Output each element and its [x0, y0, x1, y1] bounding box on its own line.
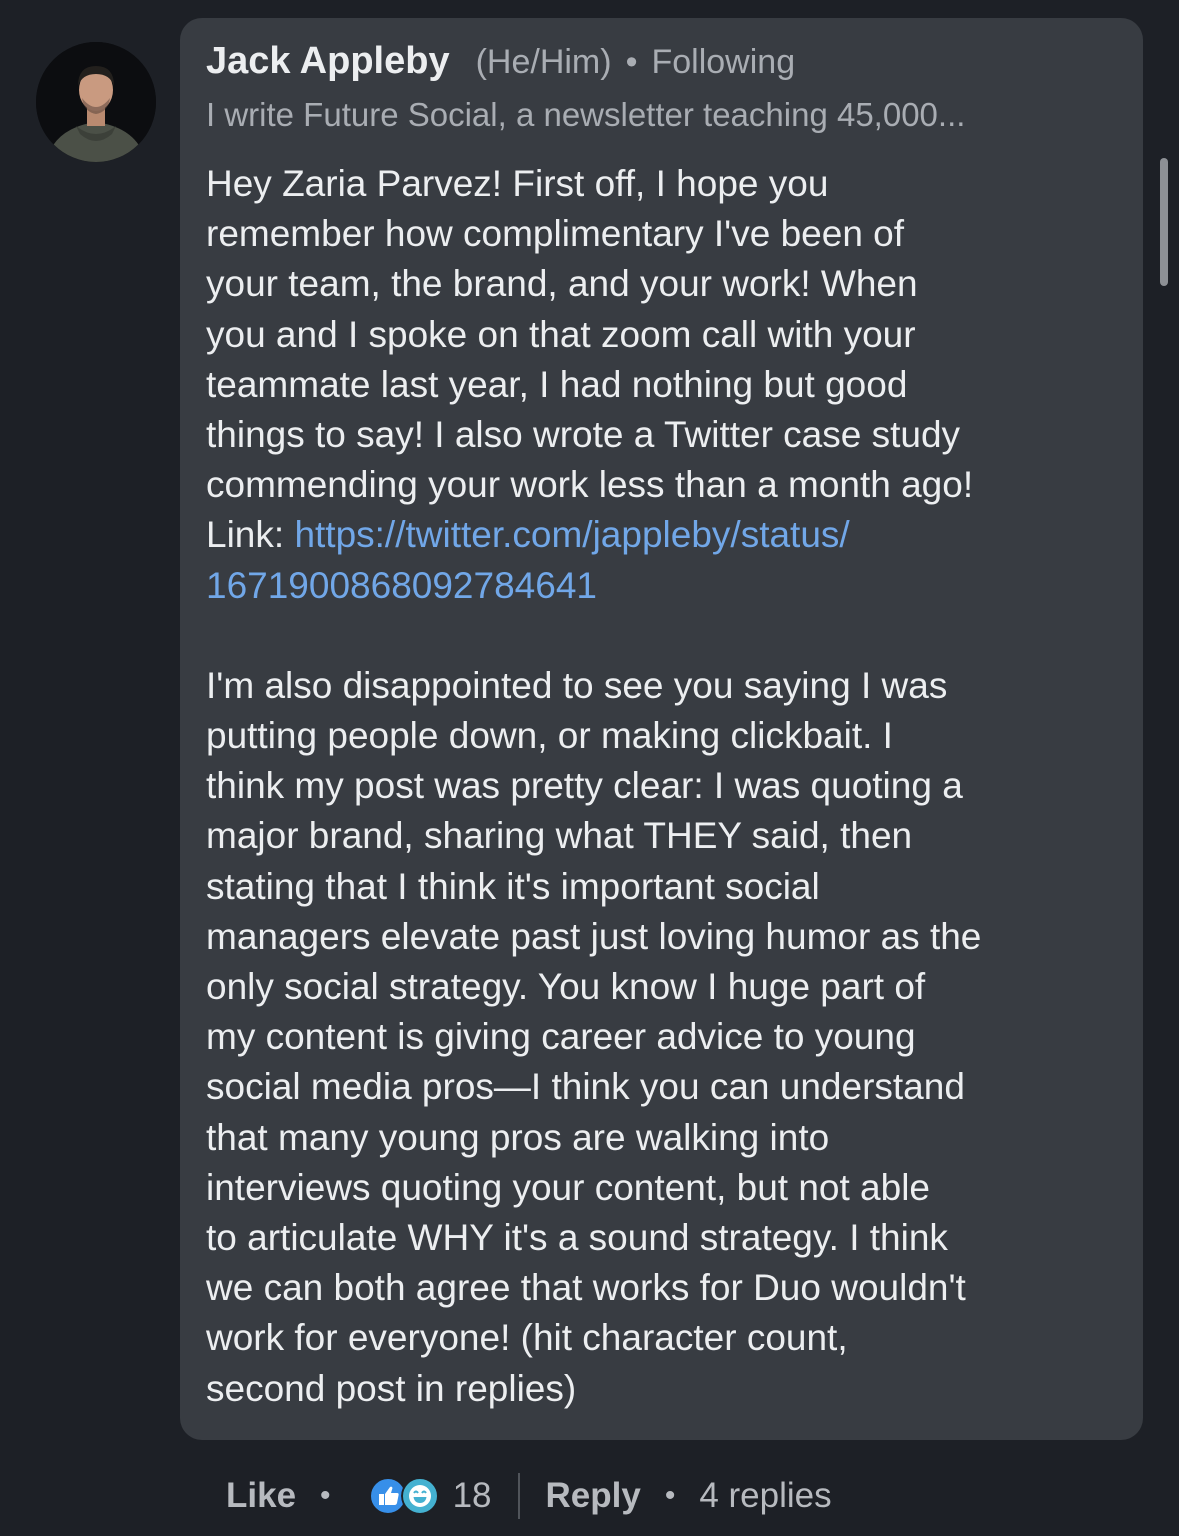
action-separator: •	[664, 1479, 676, 1512]
comment-line: commending your work less than a month a…	[206, 464, 974, 506]
scrollbar-thumb[interactable]	[1160, 158, 1168, 286]
comment-bubble: Jack Appleby (He/Him) • Following I writ…	[180, 18, 1143, 1440]
comment-line: that many young pros are walking into	[206, 1116, 830, 1158]
comment-line: you and I spoke on that zoom call with y…	[206, 313, 916, 355]
reaction-count[interactable]: 18	[453, 1476, 492, 1516]
comment-actions: Like • 18 Reply • 4 replies	[226, 1468, 832, 1524]
comment-line: things to say! I also wrote a Twitter ca…	[206, 414, 961, 456]
follow-status: Following	[651, 43, 796, 81]
reactions-summary[interactable]	[368, 1477, 439, 1515]
action-divider	[517, 1473, 520, 1519]
author-headline: I write Future Social, a newsletter teac…	[206, 96, 966, 133]
comment-line: I'm also disappointed to see you saying …	[206, 664, 948, 706]
link-line-continued: 1671900868092784641	[206, 561, 1121, 611]
comment-header: Jack Appleby (He/Him) • Following	[206, 40, 1117, 92]
author-pronouns: (He/Him)	[475, 43, 612, 81]
link-prefix: Link:	[206, 514, 295, 556]
comment-line: stating that I think it's important soci…	[206, 865, 820, 907]
funny-reaction-icon	[400, 1477, 439, 1515]
comment-line: second post in replies)	[206, 1367, 577, 1409]
comment-line: major brand, sharing what THEY said, the…	[206, 815, 913, 857]
link-line: Link: https://twitter.com/jappleby/statu…	[206, 510, 1121, 560]
comment-line: we can both agree that works for Duo wou…	[206, 1267, 966, 1309]
comment-line: to articulate WHY it's a sound strategy.…	[206, 1217, 948, 1259]
comment-line: only social strategy. You know I huge pa…	[206, 966, 926, 1008]
twitter-link[interactable]: https://twitter.com/jappleby/status/	[294, 514, 849, 555]
comment-line: teammate last year, I had nothing but go…	[206, 363, 908, 405]
comment-line: your team, the brand, and your work! Whe…	[206, 263, 918, 305]
reply-button[interactable]: Reply	[546, 1476, 641, 1516]
comment-line: work for everyone! (hit character count,	[206, 1317, 848, 1359]
comment-line: Hey Zaria Parvez! First off, I hope you	[206, 163, 829, 204]
action-separator: •	[320, 1479, 331, 1512]
comment-text: Hey Zaria Parvez! First off, I hope you …	[206, 159, 1121, 1414]
header-separator: •	[625, 43, 638, 81]
comment-line: my content is giving career advice to yo…	[206, 1016, 916, 1058]
author-avatar[interactable]	[36, 42, 156, 162]
comment-line: social media pros—I think you can unders…	[206, 1066, 965, 1108]
author-name[interactable]: Jack Appleby	[206, 40, 450, 83]
comment-line: putting people down, or making clickbait…	[206, 715, 893, 757]
view-replies-link[interactable]: 4 replies	[699, 1476, 831, 1516]
comment-line: think my post was pretty clear: I was qu…	[206, 765, 963, 807]
comment-line: interviews quoting your content, but not…	[206, 1166, 931, 1208]
like-button[interactable]: Like	[226, 1476, 296, 1516]
author-photo	[36, 42, 156, 162]
comment-line: managers elevate past just loving humor …	[206, 915, 982, 957]
twitter-link-continued[interactable]: 1671900868092784641	[206, 565, 597, 606]
comment-line: remember how complimentary I've been of	[206, 213, 905, 255]
